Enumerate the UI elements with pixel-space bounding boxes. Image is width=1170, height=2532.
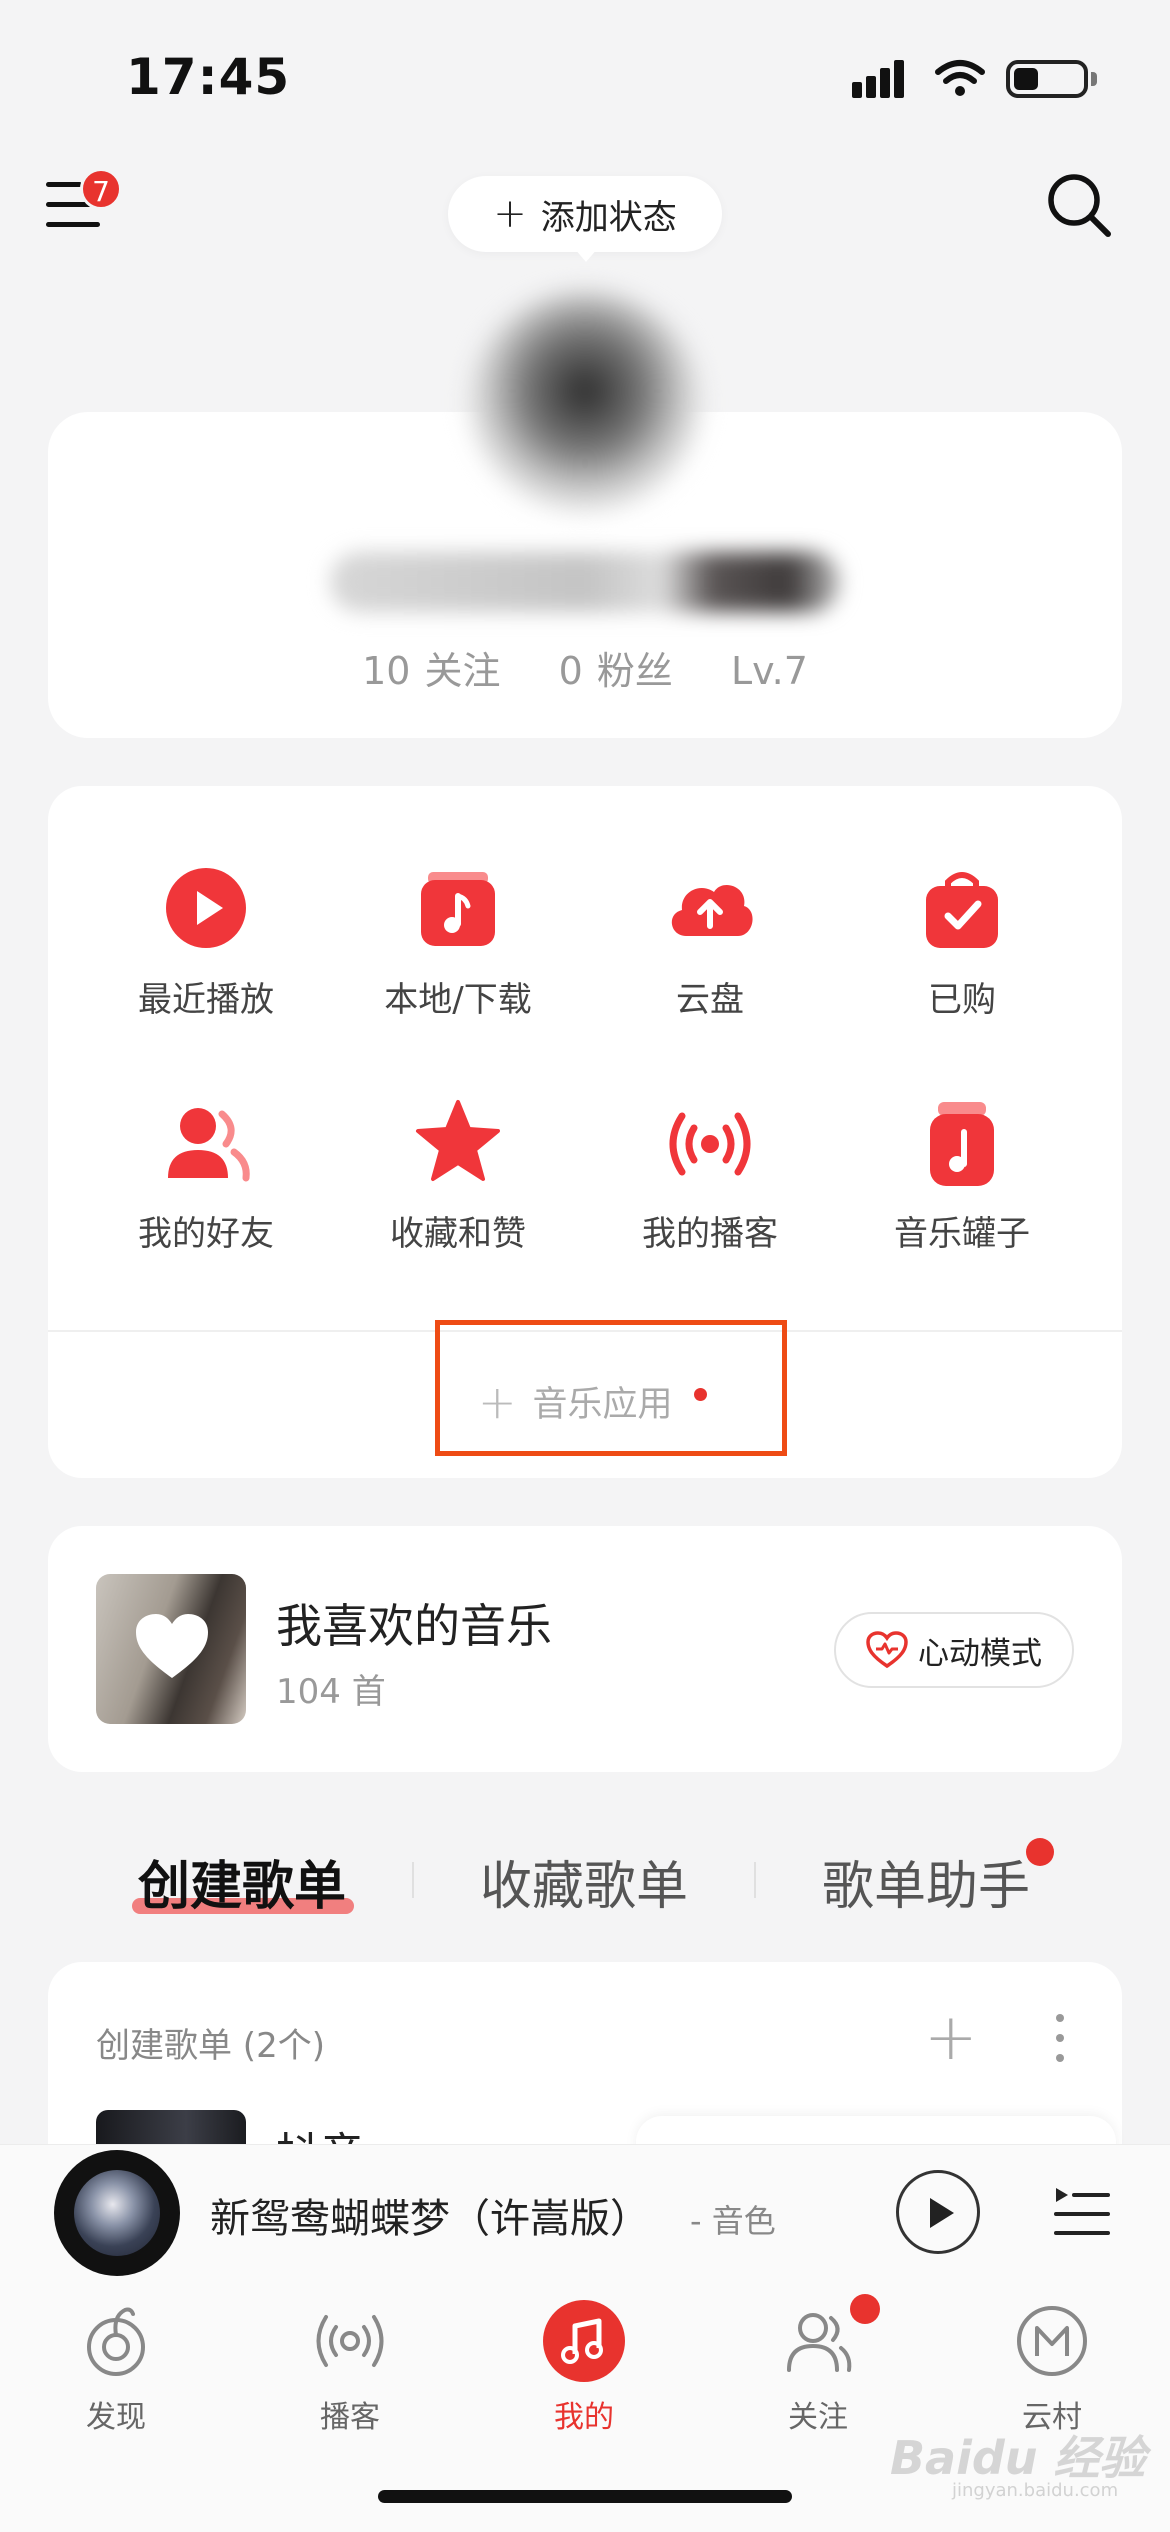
play-circle-icon	[156, 858, 256, 958]
tab-collected-playlists[interactable]: 收藏歌单	[480, 1844, 688, 1919]
music-apps-button[interactable]: + 音乐应用	[478, 1376, 673, 1427]
local-download-label: 本地/下载	[384, 980, 532, 1020]
tab-separator	[412, 1862, 414, 1898]
plus-icon: +	[493, 191, 527, 237]
nav-mine[interactable]: 我的	[484, 2300, 684, 2436]
recent-play-button[interactable]: 最近播放	[96, 858, 316, 1021]
now-playing-artist: - 音色	[690, 2202, 776, 2240]
play-button[interactable]	[896, 2170, 980, 2254]
watermark-logo: Baidu 经验	[890, 2431, 1146, 2485]
heartbeat-icon	[866, 1631, 908, 1669]
music-note-icon	[543, 2300, 625, 2382]
add-status-button[interactable]: + 添加状态	[448, 176, 722, 252]
music-jar-button[interactable]: 音乐罐子	[852, 1092, 1072, 1255]
add-playlist-button[interactable]: +	[924, 2006, 978, 2070]
star-icon	[408, 1092, 508, 1192]
podcast-icon	[309, 2300, 391, 2382]
music-apps-label: 音乐应用	[532, 1385, 673, 1425]
heartbeat-mode-label: 心动模式	[918, 1635, 1042, 1672]
music-jar-icon	[912, 1092, 1012, 1192]
album-art	[74, 2170, 160, 2256]
purchased-label: 已购	[928, 980, 996, 1020]
nav-mine-label: 我的	[554, 2400, 614, 2435]
nav-cloud-village[interactable]: 云村	[952, 2300, 1152, 2436]
my-friends-button[interactable]: 我的好友	[96, 1092, 316, 1255]
bubble-tail	[574, 248, 598, 262]
status-time: 17:45	[126, 48, 291, 106]
now-playing-title: 新鸳鸯蝴蝶梦（许嵩版）	[210, 2196, 650, 2242]
my-podcast-label: 我的播客	[642, 1214, 778, 1254]
plus-icon: +	[478, 1374, 517, 1429]
more-options-icon[interactable]	[1040, 2014, 1080, 2070]
search-icon[interactable]	[1044, 170, 1114, 240]
purchased-bag-icon	[912, 858, 1012, 958]
friends-icon	[156, 1092, 256, 1192]
tab-created-playlists[interactable]: 创建歌单	[138, 1844, 346, 1919]
following-count[interactable]: 10 关注	[362, 649, 500, 693]
tab-playlist-assistant[interactable]: 歌单助手	[822, 1844, 1030, 1919]
music-jar-label: 音乐罐子	[894, 1214, 1030, 1254]
nav-follow-label: 关注	[788, 2400, 848, 2435]
new-dot-badge	[850, 2294, 880, 2324]
playlist-queue-icon[interactable]	[1052, 2184, 1112, 2240]
playlist-name[interactable]: 抖音	[276, 2118, 364, 2146]
discover-icon	[75, 2300, 157, 2382]
follower-count[interactable]: 0 粉丝	[559, 649, 673, 693]
recent-play-label: 最近播放	[138, 980, 274, 1020]
nav-podcast[interactable]: 播客	[250, 2300, 450, 2436]
podcast-broadcast-icon	[660, 1092, 760, 1192]
play-icon	[930, 2198, 954, 2228]
local-download-button[interactable]: 本地/下载	[348, 858, 568, 1021]
new-dot-badge	[694, 1388, 707, 1401]
created-playlists-header: 创建歌单 (2个)	[96, 2026, 325, 2066]
favorites-likes-label: 收藏和赞	[390, 1214, 526, 1254]
nav-follow[interactable]: 关注	[718, 2300, 918, 2436]
battery-tip	[1091, 72, 1097, 86]
cloud-disk-button[interactable]: 云盘	[600, 858, 820, 1021]
wifi-icon	[935, 60, 985, 96]
heart-icon	[136, 1614, 208, 1678]
cloud-village-icon	[1011, 2300, 1093, 2382]
liked-music-count: 104 首	[276, 1672, 386, 1712]
purchased-button[interactable]: 已购	[852, 858, 1072, 1021]
username-blurred	[330, 552, 840, 612]
user-level[interactable]: Lv.7	[731, 649, 808, 693]
nav-discover[interactable]: 发现	[16, 2300, 216, 2436]
home-indicator[interactable]	[378, 2490, 792, 2503]
nav-discover-label: 发现	[86, 2400, 146, 2435]
heartbeat-mode-button[interactable]: 心动模式	[834, 1612, 1074, 1688]
notification-badge: 7	[80, 168, 122, 210]
cloud-disk-label: 云盘	[676, 980, 744, 1020]
nav-podcast-label: 播客	[320, 2400, 380, 2435]
liked-music-title: 我喜欢的音乐	[276, 1599, 552, 1653]
battery-icon	[1006, 60, 1088, 98]
signal-icon	[852, 58, 914, 98]
tab-separator	[754, 1862, 756, 1898]
add-status-label: 添加状态	[540, 197, 677, 238]
profile-stats: 10 关注 0 粉丝 Lv.7	[48, 640, 1122, 695]
local-music-icon	[408, 858, 508, 958]
avatar[interactable]	[470, 292, 700, 512]
new-dot-badge	[1026, 1838, 1054, 1866]
cloud-upload-icon	[660, 858, 760, 958]
tooltip-tail	[1040, 2098, 1076, 2118]
follow-users-icon	[777, 2300, 859, 2382]
my-podcast-button[interactable]: 我的播客	[600, 1092, 820, 1255]
watermark-url: jingyan.baidu.com	[952, 2480, 1119, 2501]
favorites-likes-button[interactable]: 收藏和赞	[348, 1092, 568, 1255]
my-friends-label: 我的好友	[138, 1214, 274, 1254]
